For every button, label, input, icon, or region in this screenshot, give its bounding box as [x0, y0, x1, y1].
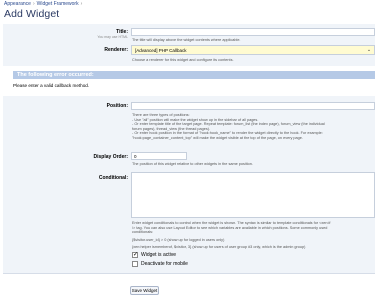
position-hint-line-6: "hook:page_container_content_top" will m… — [132, 135, 303, 140]
display-order-hint: The position of this widget relative to … — [132, 162, 253, 166]
renderer-hint: Choose a renderer for this widget and co… — [132, 58, 234, 62]
error-message: Please enter a valid callback method. — [13, 83, 90, 88]
renderer-selected-value: [Advanced] PHP Callback — [135, 48, 187, 53]
title-sublabel: You may use HTML — [97, 35, 128, 39]
save-widget-button[interactable]: Save Widget — [130, 286, 159, 295]
breadcrumb-widget-framework[interactable]: Widget Framework — [37, 1, 79, 7]
renderer-label: Renderer: — [104, 47, 128, 53]
deactivate-mobile-label: Deactivate for mobile — [141, 261, 188, 267]
breadcrumb: Appearance › Widget Framework › — [4, 1, 84, 7]
display-order-input[interactable]: 0 — [131, 152, 187, 160]
conditional-label: Conditional: — [98, 175, 128, 181]
conditional-example-1: {$visitor.user_id} > 0 (show up for logg… — [132, 237, 225, 242]
conditional-textarea[interactable] — [131, 172, 375, 218]
display-order-label: Display Order: — [93, 154, 128, 160]
chevron-down-icon: ⌄ — [366, 47, 372, 53]
conditional-hint-line-2: /> tag. You can also use Layout Editor t… — [132, 225, 328, 230]
conditional-hint-line-3: conditionals: — [132, 230, 154, 234]
widget-active-checkbox[interactable] — [132, 251, 138, 258]
renderer-select[interactable]: [Advanced] PHP Callback ⌄ — [131, 45, 375, 55]
position-input[interactable] — [131, 102, 375, 110]
error-heading: The following error occurred: — [13, 71, 375, 79]
position-label: Position: — [106, 103, 128, 109]
breadcrumb-appearance[interactable]: Appearance — [4, 1, 31, 7]
widget-active-label: Widget is active — [141, 252, 177, 258]
conditional-example-2: {xen:helper ismemberof, $visitor, 3} (sh… — [132, 244, 306, 249]
form-divider — [3, 273, 375, 274]
deactivate-mobile-checkbox[interactable] — [132, 261, 138, 267]
title-input[interactable] — [131, 28, 375, 36]
title-hint: The title will display above the widget … — [132, 38, 241, 42]
breadcrumb-separator: › — [80, 1, 83, 7]
breadcrumb-separator: › — [32, 1, 35, 7]
page-title: Add Widget — [4, 8, 60, 20]
